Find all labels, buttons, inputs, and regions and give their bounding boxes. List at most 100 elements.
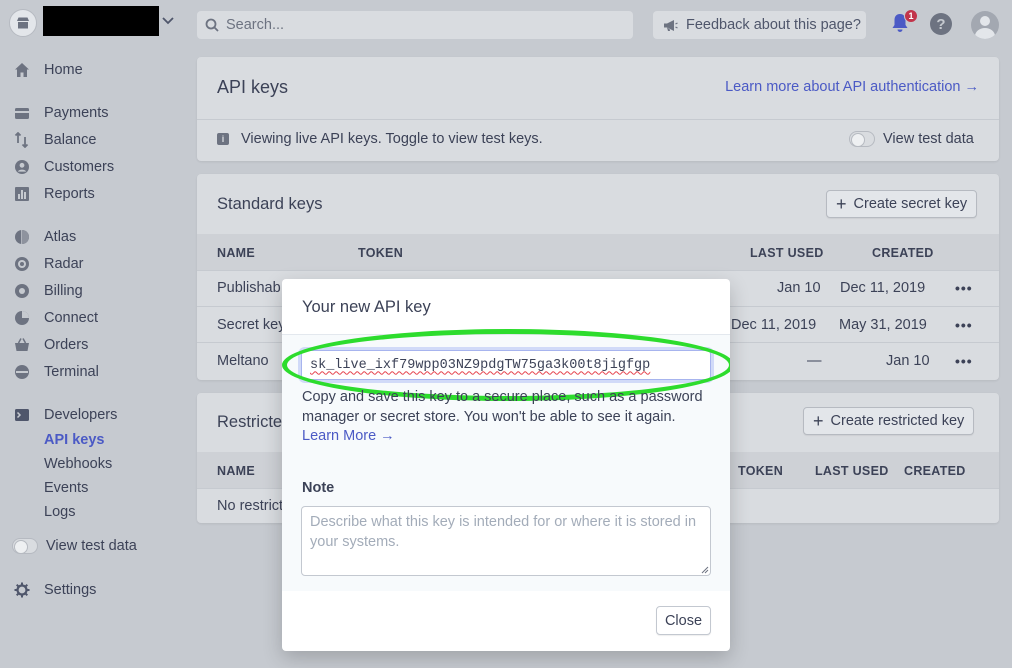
more-actions-icon[interactable]: ••• bbox=[955, 317, 973, 333]
note-label: Note bbox=[302, 480, 335, 496]
button-label: Create secret key bbox=[853, 196, 968, 212]
help-icon[interactable]: ? bbox=[930, 13, 952, 35]
search-input[interactable]: Search... bbox=[197, 11, 633, 39]
plus-icon: + bbox=[836, 194, 847, 214]
sidebar-item-developers[interactable]: Developers bbox=[14, 405, 117, 425]
sidebar-item-logs[interactable]: Logs bbox=[44, 504, 75, 522]
key-name: Secret key bbox=[217, 317, 286, 333]
sidebar-item-label: Developers bbox=[44, 407, 118, 423]
learn-more-link[interactable]: Learn More → bbox=[302, 428, 395, 444]
column-header-token: TOKEN bbox=[358, 246, 404, 260]
toggle-label: View test data bbox=[883, 131, 974, 147]
section-title: Standard keys bbox=[217, 195, 323, 213]
sidebar-item-label: Reports bbox=[44, 186, 95, 202]
create-restricted-key-button[interactable]: + Create restricted key bbox=[803, 407, 975, 435]
developers-icon bbox=[14, 407, 30, 423]
created-date: Dec 11, 2019 bbox=[840, 280, 926, 296]
empty-state-text: No restrict bbox=[217, 498, 284, 514]
sidebar-item-billing[interactable]: Billing bbox=[14, 281, 83, 301]
column-header-last-used: LAST USED bbox=[750, 246, 824, 260]
sidebar-item-api-keys[interactable]: API keys bbox=[44, 432, 104, 450]
sidebar-item-atlas[interactable]: Atlas bbox=[14, 227, 76, 247]
connect-icon bbox=[14, 310, 30, 326]
api-keys-card: API keys Learn more about API authentica… bbox=[197, 57, 999, 161]
gear-icon bbox=[14, 582, 30, 598]
section-title: Restricte bbox=[217, 413, 283, 431]
api-key-field[interactable]: sk_live_ixf79wpp03NZ9pdgTW75ga3k00t8jigf… bbox=[301, 350, 711, 380]
sidebar-item-label: Customers bbox=[44, 159, 115, 175]
key-name: Publishab bbox=[217, 280, 281, 296]
column-header-created: CREATED bbox=[904, 464, 966, 478]
last-used: — bbox=[807, 353, 822, 369]
sidebar-item-customers[interactable]: Customers bbox=[14, 157, 114, 177]
learn-api-auth-link[interactable]: Learn more about API authentication → bbox=[725, 79, 979, 95]
sidebar-view-test-data[interactable]: View test data bbox=[12, 538, 137, 554]
more-actions-icon[interactable]: ••• bbox=[955, 280, 973, 296]
sidebar-item-reports[interactable]: Reports bbox=[14, 184, 95, 204]
sidebar-item-label: Atlas bbox=[44, 229, 77, 245]
api-key-value: sk_live_ixf79wpp03NZ9pdgTW75ga3k00t8jigf… bbox=[310, 357, 651, 373]
billing-icon bbox=[14, 283, 30, 299]
sidebar-item-home[interactable]: Home bbox=[14, 60, 83, 80]
sidebar-item-payments[interactable]: Payments bbox=[14, 103, 108, 123]
sidebar-item-terminal[interactable]: Terminal bbox=[14, 362, 99, 382]
note-field[interactable] bbox=[301, 506, 711, 576]
basket-icon bbox=[14, 337, 30, 353]
avatar[interactable] bbox=[971, 11, 999, 39]
toggle-label: View test data bbox=[46, 538, 137, 554]
sidebar-item-label: Orders bbox=[44, 337, 89, 353]
divider bbox=[197, 270, 999, 271]
key-name: Meltano bbox=[217, 353, 269, 369]
column-header-last-used: LAST USED bbox=[815, 464, 889, 478]
card-view-test-data[interactable]: View test data bbox=[849, 131, 974, 147]
sidebar-item-label: Payments bbox=[44, 105, 109, 121]
resize-grip-icon[interactable] bbox=[701, 566, 709, 574]
atlas-icon bbox=[14, 229, 30, 245]
info-icon: i bbox=[217, 133, 229, 145]
page-title: API keys bbox=[217, 77, 289, 97]
column-header-created: CREATED bbox=[872, 246, 934, 260]
test-data-toggle[interactable] bbox=[849, 131, 875, 147]
sidebar-item-webhooks[interactable]: Webhooks bbox=[44, 456, 112, 474]
notification-badge: 1 bbox=[904, 9, 918, 23]
column-header-name: NAME bbox=[217, 246, 256, 260]
sidebar-item-label: Home bbox=[44, 62, 83, 78]
last-used: Dec 11, 2019 bbox=[731, 317, 817, 333]
store-icon[interactable] bbox=[9, 9, 37, 37]
megaphone-icon bbox=[664, 19, 678, 31]
terminal-icon bbox=[14, 364, 30, 380]
feedback-label: Feedback about this page? bbox=[686, 17, 861, 33]
more-actions-icon[interactable]: ••• bbox=[955, 353, 973, 369]
button-label: Create restricted key bbox=[830, 413, 965, 429]
sidebar-item-orders[interactable]: Orders bbox=[14, 335, 88, 355]
search-icon bbox=[205, 18, 219, 32]
account-name-redacted[interactable] bbox=[43, 6, 159, 36]
live-keys-info: Viewing live API keys. Toggle to view te… bbox=[241, 131, 543, 147]
radar-icon bbox=[14, 256, 30, 272]
sidebar-item-balance[interactable]: Balance bbox=[14, 130, 96, 150]
column-header-name: NAME bbox=[217, 464, 256, 478]
chevron-down-icon[interactable] bbox=[162, 16, 174, 26]
reports-icon bbox=[14, 186, 30, 202]
modal-title: Your new API key bbox=[302, 298, 431, 316]
feedback-button[interactable]: Feedback about this page? bbox=[653, 11, 866, 39]
sidebar-item-label: Connect bbox=[44, 310, 99, 326]
created-date: May 31, 2019 bbox=[839, 317, 927, 333]
home-icon bbox=[14, 62, 30, 78]
sidebar-item-radar[interactable]: Radar bbox=[14, 254, 84, 274]
sidebar-item-label: Billing bbox=[44, 283, 83, 299]
create-secret-key-button[interactable]: + Create secret key bbox=[826, 190, 978, 218]
close-button[interactable]: Close bbox=[656, 606, 711, 635]
search-placeholder: Search... bbox=[226, 17, 285, 33]
balance-arrows-icon bbox=[14, 132, 30, 148]
sidebar-item-label: Radar bbox=[44, 256, 84, 272]
sidebar-item-events[interactable]: Events bbox=[44, 480, 88, 498]
test-data-toggle[interactable] bbox=[12, 538, 38, 554]
new-api-key-modal: Your new API key sk_live_ixf79wpp03NZ9pd… bbox=[282, 279, 730, 651]
payments-icon bbox=[14, 105, 30, 121]
sidebar-item-connect[interactable]: Connect bbox=[14, 308, 98, 328]
sidebar-item-label: Settings bbox=[44, 582, 97, 598]
top-bar: Search... Feedback about this page? 1 ? bbox=[0, 0, 1012, 50]
sidebar-item-settings[interactable]: Settings bbox=[14, 580, 96, 600]
customers-icon bbox=[14, 159, 30, 175]
